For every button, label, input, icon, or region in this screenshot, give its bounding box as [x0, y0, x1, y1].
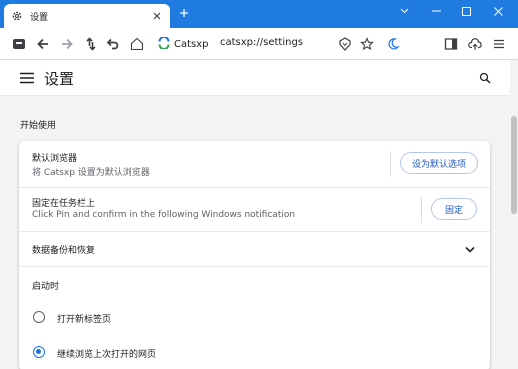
- set-default-button[interactable]: 设为默认选项: [400, 152, 478, 174]
- pin-taskbar-row: 固定在任务栏上 Click Pin and confirm in the fol…: [19, 187, 490, 231]
- radio-new-tab[interactable]: [33, 311, 45, 323]
- close-icon[interactable]: [150, 9, 164, 23]
- scrollbar-thumb[interactable]: [511, 116, 517, 214]
- moon-icon[interactable]: [384, 35, 402, 53]
- startup-section: 启动时 打开新标签页 继续浏览上次打开的网页: [19, 266, 490, 369]
- gear-icon: [10, 9, 24, 23]
- undo-icon[interactable]: [104, 35, 122, 53]
- minimize-icon[interactable]: [420, 0, 452, 22]
- scrollbar[interactable]: [510, 60, 518, 369]
- radio-label-continue[interactable]: 继续浏览上次打开的网页: [57, 347, 156, 360]
- default-browser-title: 默认浏览器: [32, 154, 78, 164]
- settings-header: 设置: [0, 60, 510, 96]
- page-title: 设置: [44, 70, 75, 88]
- chevron-down-icon[interactable]: [464, 243, 476, 255]
- hamburger-icon[interactable]: [18, 69, 36, 87]
- address-bar-url[interactable]: catsxp://settings: [220, 37, 303, 48]
- reload-icon[interactable]: [82, 35, 100, 53]
- browser-toolbar: Catsxp catsxp://settings: [0, 28, 518, 60]
- catsxp-logo-icon: [158, 35, 170, 52]
- shield-icon[interactable]: [336, 35, 354, 53]
- startup-title: 启动时: [32, 282, 60, 292]
- backup-title: 数据备份和恢复: [32, 246, 96, 256]
- upload-icon[interactable]: [466, 35, 484, 53]
- site-name: Catsxp: [174, 38, 209, 50]
- forward-icon[interactable]: [58, 35, 76, 53]
- divider: [390, 151, 391, 177]
- divider: [421, 197, 422, 223]
- get-started-card: 默认浏览器 将 Catsxp 设置为默认浏览器 设为默认选项 固定在任务栏上 C…: [19, 141, 490, 369]
- section-title: 开始使用: [20, 121, 57, 131]
- sidebar-icon[interactable]: [442, 35, 460, 53]
- backup-row[interactable]: 数据备份和恢复: [19, 231, 490, 266]
- star-icon[interactable]: [358, 35, 376, 53]
- pin-taskbar-subtitle: Click Pin and confirm in the following W…: [32, 210, 296, 220]
- menu-icon[interactable]: [490, 35, 508, 53]
- window-close-icon[interactable]: [482, 0, 514, 22]
- title-bar: 设置: [0, 0, 518, 28]
- pin-button[interactable]: 固定: [431, 198, 477, 220]
- home-icon[interactable]: [128, 35, 146, 53]
- chevron-down-icon[interactable]: [388, 0, 420, 22]
- default-browser-subtitle: 将 Catsxp 设置为默认浏览器: [32, 168, 150, 178]
- plus-icon[interactable]: [176, 6, 192, 22]
- radio-label-new-tab[interactable]: 打开新标签页: [57, 312, 111, 325]
- site-chip[interactable]: Catsxp: [158, 35, 209, 53]
- search-icon[interactable]: [476, 69, 494, 87]
- pin-taskbar-title: 固定在任务栏上: [32, 199, 96, 209]
- tab-settings[interactable]: 设置: [4, 4, 170, 28]
- radio-continue[interactable]: [33, 346, 45, 358]
- maximize-icon[interactable]: [450, 0, 482, 22]
- default-browser-row: 默认浏览器 将 Catsxp 设置为默认浏览器 设为默认选项: [19, 141, 490, 187]
- tab-title: 设置: [30, 12, 49, 23]
- back-icon[interactable]: [34, 35, 52, 53]
- wallet-icon[interactable]: [10, 35, 28, 53]
